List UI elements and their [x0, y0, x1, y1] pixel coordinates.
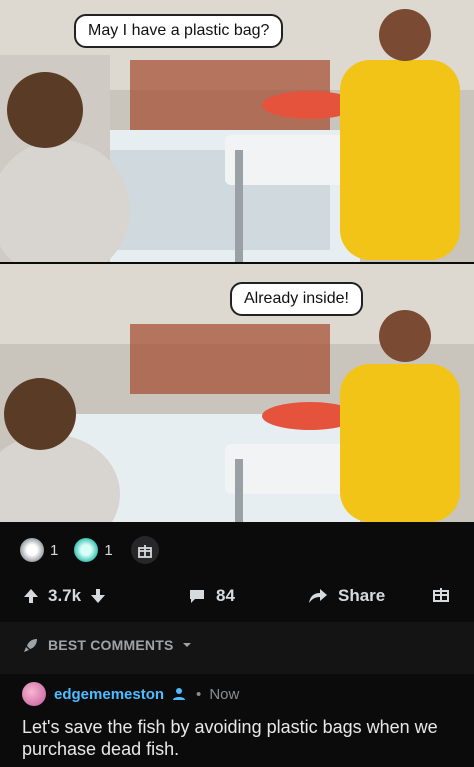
chevron-down-icon [182, 643, 191, 647]
award-clapping[interactable]: 1 [20, 538, 58, 562]
clapping-hands-award-icon [20, 538, 44, 562]
sort-label: BEST COMMENTS [48, 637, 174, 653]
give-award-button[interactable] [130, 536, 159, 564]
share-arrow-icon [309, 589, 327, 603]
awards-row: 1 1 [20, 532, 159, 568]
award-count: 1 [104, 541, 113, 559]
comment-body: Let's save the fish by avoiding plastic … [22, 717, 438, 759]
comments-button[interactable]: 84 [188, 586, 235, 606]
gift-award-button[interactable] [432, 585, 450, 608]
award-angel[interactable]: 1 [74, 538, 113, 562]
comment-username[interactable]: edgememeston [54, 686, 164, 703]
rocket-icon [24, 639, 37, 652]
angel-award-icon [74, 538, 99, 562]
avatar[interactable] [22, 682, 46, 706]
gift-icon [137, 545, 152, 558]
gift-icon [433, 587, 449, 602]
speech-bubble-reply: Already inside! [230, 282, 363, 316]
user-person-icon [173, 688, 186, 700]
comment-bubble-icon [190, 590, 204, 603]
comment-separator: • [196, 685, 202, 703]
comment-sort-dropdown[interactable]: BEST COMMENTS [22, 636, 192, 654]
comments-count: 84 [216, 586, 235, 605]
comment-header: edgememeston • Now [22, 682, 462, 706]
comment-time: Now [209, 685, 240, 703]
downvote-arrow-icon[interactable] [89, 587, 107, 605]
vote-control: 3.7k [22, 586, 107, 606]
vote-score: 3.7k [48, 586, 82, 605]
share-label: Share [338, 586, 386, 605]
comment-item: edgememeston • Now Let's save the fish b… [22, 682, 462, 760]
upvote-arrow-icon[interactable] [22, 587, 40, 605]
share-button[interactable]: Share [308, 586, 385, 606]
speech-bubble-request: May I have a plastic bag? [74, 14, 284, 48]
post-action-bar: 3.7k 84 Share [0, 576, 474, 616]
award-count: 1 [50, 541, 59, 559]
